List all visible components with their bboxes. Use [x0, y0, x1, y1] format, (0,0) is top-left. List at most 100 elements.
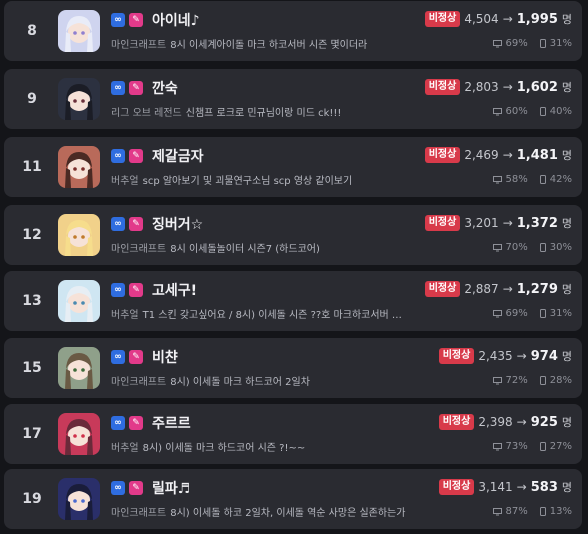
mobile-share: 28%	[549, 375, 572, 386]
pen-icon: ✎	[129, 81, 143, 95]
rank-number: 19	[22, 491, 42, 507]
viewers-to: 583	[530, 479, 558, 495]
avatar[interactable]	[58, 146, 100, 188]
stream-title: scp 알아보기 및 괴물연구소님 scp 영상 같이보기	[142, 176, 353, 187]
stream-category: 마인크래프트	[111, 508, 167, 519]
pen-icon: ✎	[129, 13, 143, 27]
alert-badge: 비정상	[424, 11, 461, 27]
streamer-row[interactable]: 12 ∞ ✎ 징버거☆ 마인크래프트 8시 이세돌놀이터 시즌7 (하드코어) 비…	[4, 205, 582, 265]
avatar[interactable]	[58, 478, 100, 520]
pen-icon: ✎	[129, 217, 143, 231]
streamer-name[interactable]: 깐숙	[152, 78, 178, 98]
stream-title: 8시) 이세돌 하코 2일차, 이세돌 역순 사망은 실존하는가	[170, 508, 406, 519]
monitor-icon	[492, 107, 502, 115]
stream-info: 마인크래프트 8시) 이세돌 하코 2일차, 이세돌 역순 사망은 실존하는가	[111, 504, 416, 519]
viewers-unit: 명	[561, 217, 572, 230]
monitor-icon	[492, 442, 502, 450]
device-shares: 69% 31%	[492, 308, 572, 319]
stream-title: 8시) 이세돌 마크 하드코어 시즌 ?!~~	[142, 443, 306, 454]
viewer-stats: 비정상 3,201 → 1,372 명	[424, 215, 572, 231]
streamer-row[interactable]: 8 ∞ ✎ 아이네♪ 마인크래프트 8시 이세계아이돌 마크 하코서버 시즌 몇이…	[4, 1, 582, 61]
arrow-icon: →	[516, 415, 527, 429]
avatar[interactable]	[58, 413, 100, 455]
infinity-icon: ∞	[111, 217, 125, 231]
device-shares: 60% 40%	[492, 106, 572, 117]
streamer-name[interactable]: 제갈금자	[152, 146, 204, 166]
stream-title: 8시 이세계아이돌 마크 하코서버 시즌 몇이더라	[170, 40, 368, 51]
infinity-icon: ∞	[111, 13, 125, 27]
avatar-image	[58, 78, 100, 120]
infinity-icon: ∞	[111, 350, 125, 364]
streamer-name[interactable]: 주르르	[152, 413, 191, 433]
streamer-row[interactable]: 9 ∞ ✎ 깐숙 리그 오브 레전드 신챔프 로크로 민규님이랑 미드 ck!!!…	[4, 69, 582, 129]
stream-category: 버추얼	[111, 176, 139, 187]
streamer-name[interactable]: 징버거☆	[152, 214, 203, 234]
stream-category: 리그 오브 레전드	[111, 108, 182, 119]
mobile-share: 27%	[549, 441, 572, 452]
badge-group: ∞ ✎	[111, 283, 143, 297]
arrow-icon: →	[502, 148, 513, 162]
avatar[interactable]	[58, 214, 100, 256]
avatar[interactable]	[58, 280, 100, 322]
viewers-to: 1,602	[516, 79, 558, 95]
streamer-row[interactable]: 19 ∞ ✎ 릴파♬ 마인크래프트 8시) 이세돌 하코 2일차, 이세돌 역순 …	[4, 469, 582, 529]
badge-group: ∞ ✎	[111, 350, 143, 364]
streamer-name[interactable]: 아이네♪	[152, 10, 200, 30]
arrow-icon: →	[502, 216, 513, 230]
stream-title: 신챔프 로크로 민규님이랑 미드 ck!!!	[185, 108, 342, 119]
monitor-icon	[492, 39, 502, 47]
avatar-image	[58, 413, 100, 455]
mobile-share: 42%	[549, 174, 572, 185]
phone-icon	[539, 376, 546, 385]
avatar[interactable]	[58, 78, 100, 120]
pc-share: 70%	[505, 242, 528, 253]
mobile-share: 31%	[549, 308, 572, 319]
streamer-row[interactable]: 17 ∞ ✎ 주르르 버추얼 8시) 이세돌 마크 하드코어 시즌 ?!~~ 비정…	[4, 404, 582, 464]
stream-title: 8시) 이세돌 마크 하드코어 2일차	[170, 377, 310, 388]
stream-info: 버추얼 scp 알아보기 및 괴물연구소님 scp 영상 같이보기	[111, 172, 416, 187]
alert-badge: 비정상	[424, 147, 461, 163]
alert-badge: 비정상	[438, 479, 475, 495]
stream-category: 마인크래프트	[111, 377, 167, 388]
alert-badge: 비정상	[438, 348, 475, 364]
stream-info: 마인크래프트 8시 이세돌놀이터 시즌7 (하드코어)	[111, 240, 416, 255]
avatar[interactable]	[58, 347, 100, 389]
viewers-unit: 명	[561, 416, 572, 429]
stream-category: 마인크래프트	[111, 40, 167, 51]
viewers-unit: 명	[561, 149, 572, 162]
stream-category: 버추얼	[111, 443, 139, 454]
pc-share: 72%	[505, 375, 528, 386]
stream-info: 마인크래프트 8시 이세계아이돌 마크 하코서버 시즌 몇이더라	[111, 36, 416, 51]
streamer-name[interactable]: 비챤	[152, 347, 178, 367]
rank-number: 11	[22, 159, 42, 175]
viewer-stats: 비정상 2,887 → 1,279 명	[424, 281, 572, 297]
infinity-icon: ∞	[111, 81, 125, 95]
infinity-icon: ∞	[111, 149, 125, 163]
avatar[interactable]	[58, 10, 100, 52]
badge-group: ∞ ✎	[111, 416, 143, 430]
alert-badge: 비정상	[424, 79, 461, 95]
phone-icon	[539, 507, 546, 516]
stream-category: 버추얼	[111, 310, 139, 321]
device-shares: 72% 28%	[492, 375, 572, 386]
device-shares: 69% 31%	[492, 38, 572, 49]
viewers-to: 974	[530, 348, 558, 364]
viewers-to: 1,995	[516, 11, 558, 27]
device-shares: 58% 42%	[492, 174, 572, 185]
infinity-icon: ∞	[111, 481, 125, 495]
phone-icon	[539, 442, 546, 451]
pc-share: 58%	[505, 174, 528, 185]
streamer-name[interactable]: 고세구!	[152, 280, 197, 300]
monitor-icon	[492, 309, 502, 317]
stream-title: 8시 이세돌놀이터 시즌7 (하드코어)	[170, 244, 320, 255]
mobile-share: 13%	[549, 506, 572, 517]
streamer-row[interactable]: 15 ∞ ✎ 비챤 마인크래프트 8시) 이세돌 마크 하드코어 2일차 비정상 …	[4, 338, 582, 398]
streamer-name[interactable]: 릴파♬	[152, 478, 190, 498]
streamer-row[interactable]: 13 ∞ ✎ 고세구! 버추얼 T1 스킨 갖고싶어요 / 8시) 이세돌 시즌 …	[4, 271, 582, 331]
rank-number: 15	[22, 360, 42, 376]
viewers-from: 2,398	[478, 415, 513, 429]
rank-number: 12	[22, 227, 42, 243]
infinity-icon: ∞	[111, 283, 125, 297]
mobile-share: 40%	[549, 106, 572, 117]
streamer-row[interactable]: 11 ∞ ✎ 제갈금자 버추얼 scp 알아보기 및 괴물연구소님 scp 영상 …	[4, 137, 582, 197]
